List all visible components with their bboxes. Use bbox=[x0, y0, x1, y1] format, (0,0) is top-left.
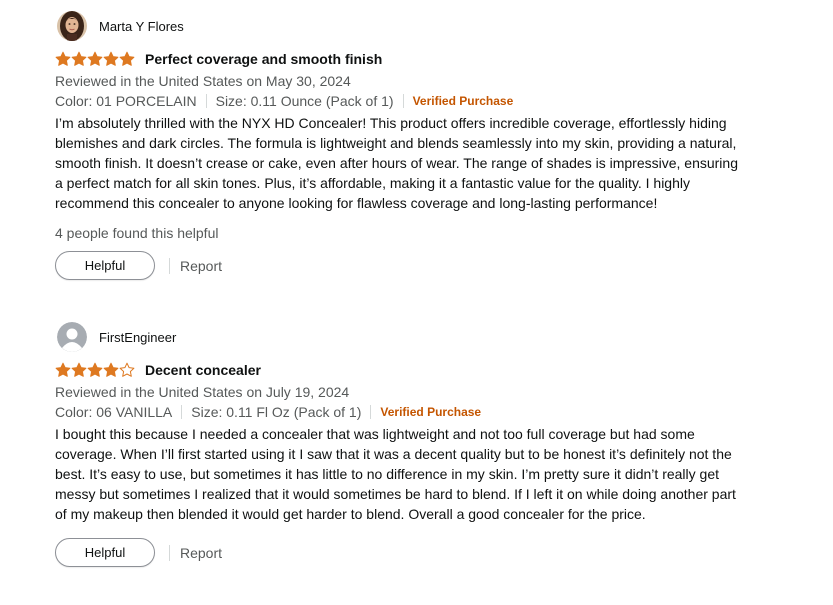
variant-color[interactable]: Color: 01 PORCELAIN bbox=[55, 91, 197, 111]
star-filled-icon bbox=[55, 362, 71, 377]
star-filled-icon bbox=[87, 362, 103, 377]
review-title[interactable]: Perfect coverage and smooth finish bbox=[145, 51, 382, 67]
star-filled-icon bbox=[87, 51, 103, 66]
helpful-count: 4 people found this helpful bbox=[55, 225, 219, 241]
variant-color[interactable]: Color: 06 VANILLA bbox=[55, 402, 172, 422]
reviewer-profile[interactable]: Marta Y Flores bbox=[55, 10, 755, 42]
report-link[interactable]: Report bbox=[180, 545, 222, 561]
variant-size[interactable]: Size: 0.11 Ounce (Pack of 1) bbox=[216, 91, 394, 111]
review-title[interactable]: Decent concealer bbox=[145, 362, 261, 378]
divider bbox=[169, 544, 170, 561]
verified-purchase-badge[interactable]: Verified Purchase bbox=[413, 91, 514, 111]
star-filled-icon bbox=[71, 362, 87, 377]
review-body: I’m absolutely thrilled with the NYX HD … bbox=[55, 115, 738, 211]
star-filled-icon bbox=[71, 51, 87, 66]
star-rating[interactable] bbox=[55, 51, 135, 67]
divider bbox=[402, 94, 404, 108]
divider bbox=[370, 405, 372, 419]
review-date: Reviewed in the United States on July 19… bbox=[55, 384, 350, 400]
review: FirstEngineer Decent concealer Reviewed … bbox=[55, 321, 755, 567]
review-date: Reviewed in the United States on May 30,… bbox=[55, 73, 351, 89]
variant-info: Color: 06 VANILLA Size: 0.11 Fl Oz (Pack… bbox=[55, 402, 755, 422]
avatar[interactable] bbox=[57, 322, 87, 352]
reviewer-profile[interactable]: FirstEngineer bbox=[55, 321, 755, 353]
star-filled-icon bbox=[55, 51, 71, 66]
avatar[interactable] bbox=[57, 11, 87, 41]
star-filled-icon bbox=[103, 362, 119, 377]
review: Marta Y Flores Perfect coverage and smoo… bbox=[55, 10, 755, 280]
divider bbox=[205, 94, 207, 108]
divider bbox=[169, 257, 170, 274]
default-user-icon bbox=[57, 322, 87, 352]
star-filled-icon bbox=[119, 51, 135, 66]
star-filled-icon bbox=[103, 51, 119, 66]
star-rating[interactable] bbox=[55, 362, 135, 378]
verified-purchase-badge[interactable]: Verified Purchase bbox=[380, 402, 481, 422]
reviewer-name[interactable]: Marta Y Flores bbox=[99, 19, 184, 34]
divider bbox=[181, 405, 183, 419]
helpful-button[interactable]: Helpful bbox=[55, 538, 155, 567]
review-body: I bought this because I needed a conceal… bbox=[55, 426, 736, 522]
helpful-button[interactable]: Helpful bbox=[55, 251, 155, 280]
star-empty-icon bbox=[119, 362, 135, 377]
variant-size[interactable]: Size: 0.11 Fl Oz (Pack of 1) bbox=[191, 402, 361, 422]
reviewer-name[interactable]: FirstEngineer bbox=[99, 330, 176, 345]
report-link[interactable]: Report bbox=[180, 258, 222, 274]
profile-photo-icon bbox=[57, 11, 87, 41]
variant-info: Color: 01 PORCELAIN Size: 0.11 Ounce (Pa… bbox=[55, 91, 755, 111]
